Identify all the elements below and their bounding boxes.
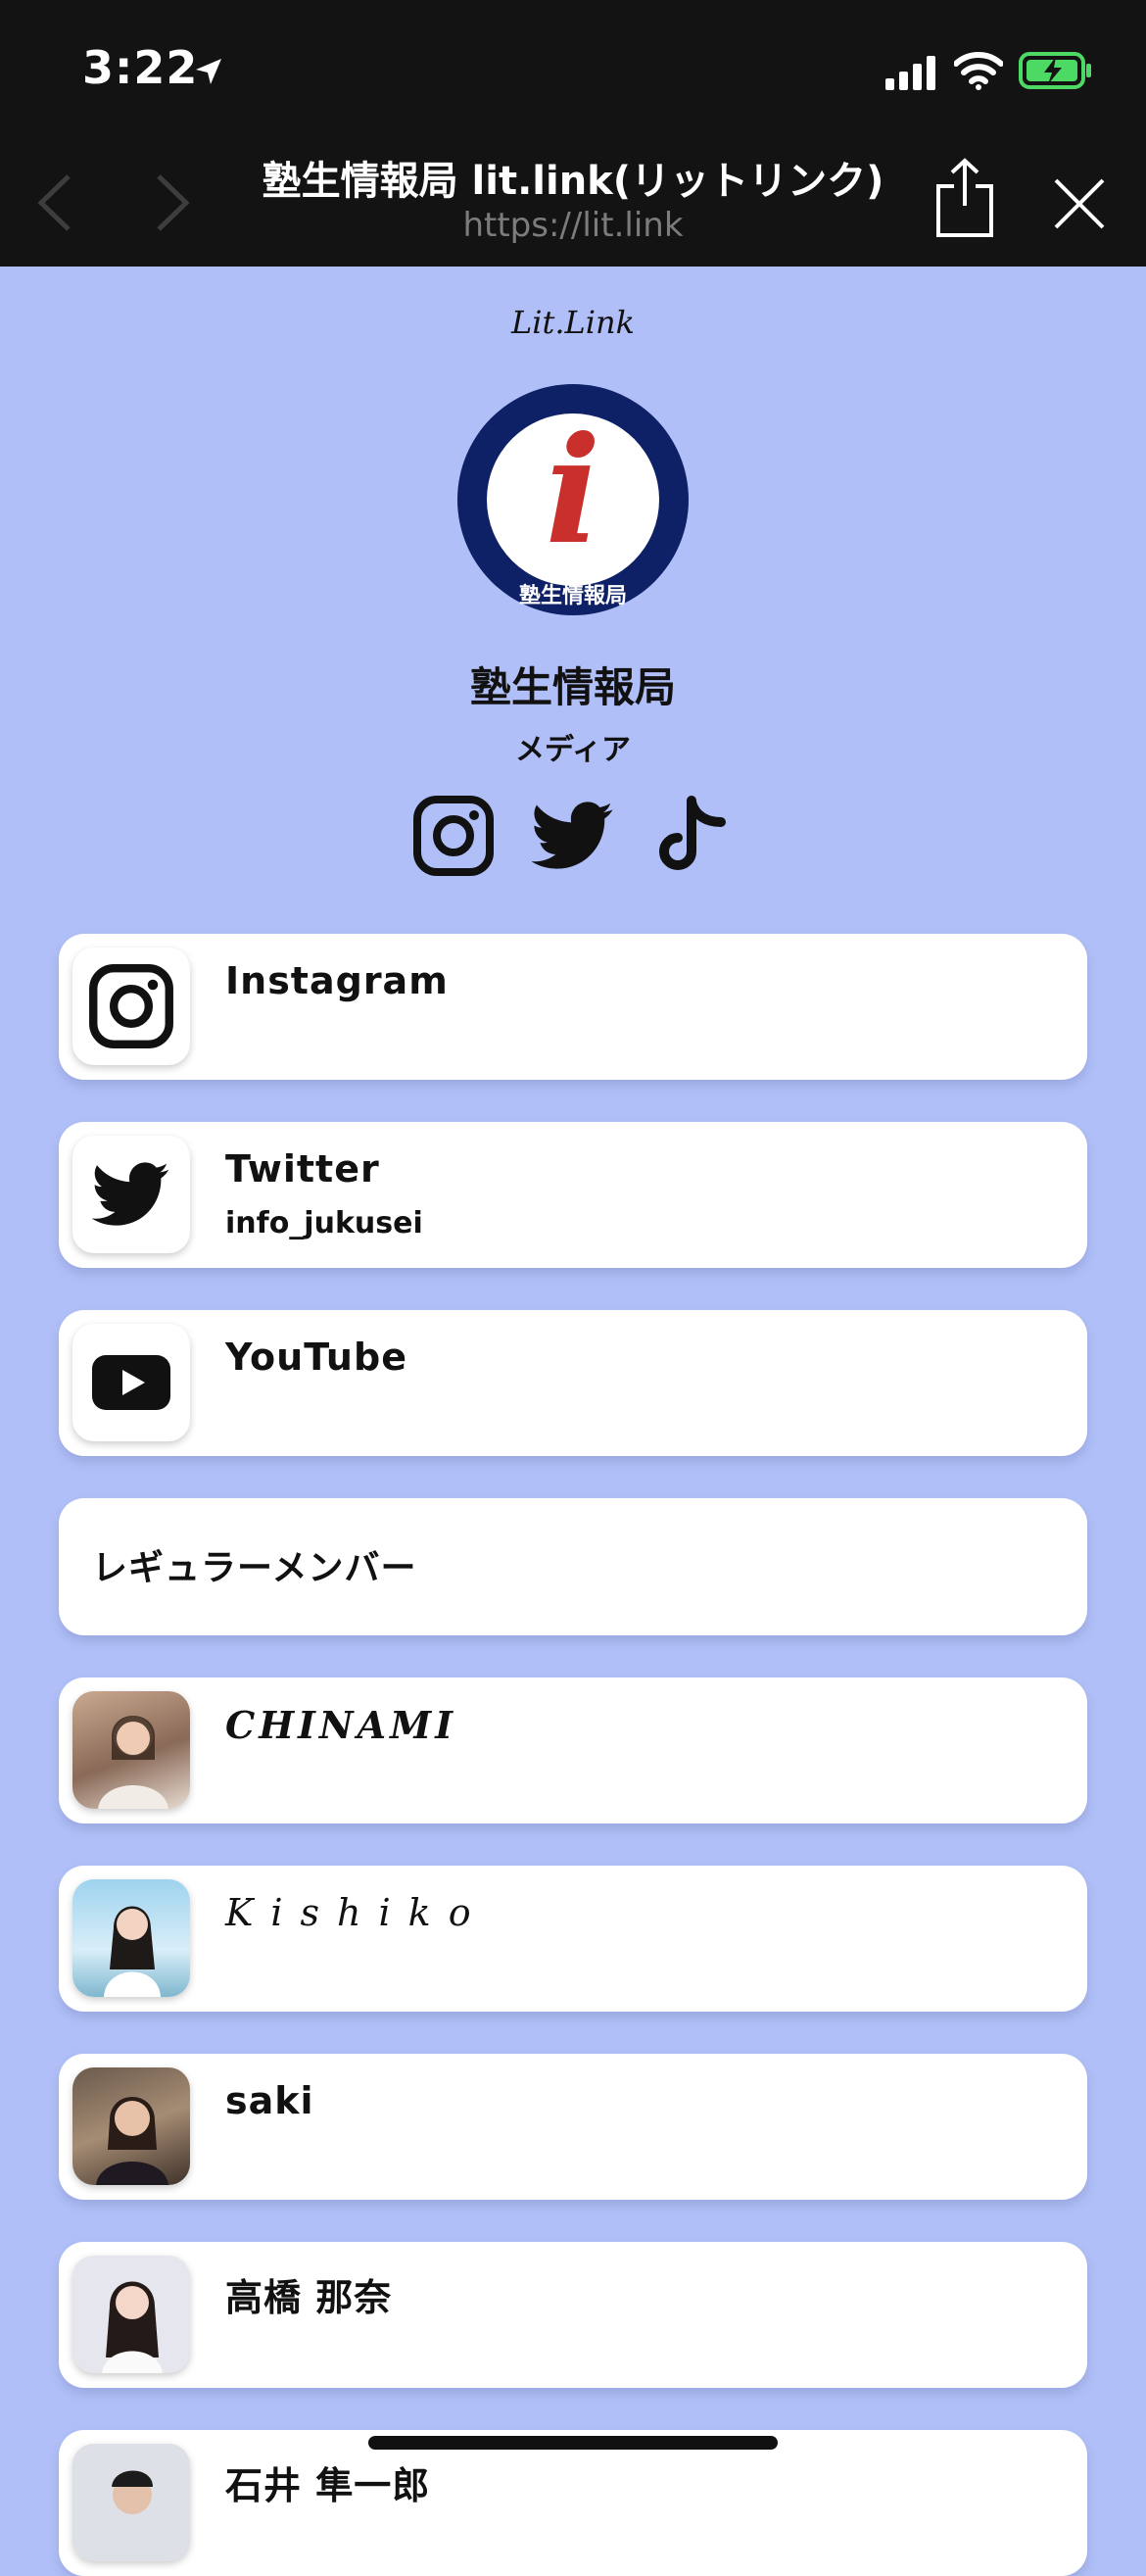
- twitter-icon[interactable]: [532, 792, 614, 880]
- card-thumbnail: [72, 948, 190, 1065]
- member-card-kishiko[interactable]: Kishiko: [59, 1866, 1087, 2012]
- member-card-ishii[interactable]: 石井 隼一郎: [59, 2430, 1087, 2576]
- card-thumbnail: [72, 1136, 190, 1253]
- profile-name: 塾生情報局: [469, 663, 676, 711]
- battery-charging-icon: [1019, 52, 1091, 89]
- link-card-twitter[interactable]: Twitter info_jukusei: [59, 1122, 1087, 1268]
- member-photo: [72, 2067, 190, 2185]
- member-card-chinami[interactable]: CHINAMI: [59, 1677, 1087, 1823]
- section-heading-card: レギュラーメンバー: [59, 1498, 1087, 1635]
- member-photo: [72, 2256, 190, 2373]
- twitter-icon: [92, 1162, 169, 1226]
- cellular-signal-icon: [885, 56, 935, 90]
- member-card-saki[interactable]: saki: [59, 2054, 1087, 2200]
- person-avatar-icon: [96, 2097, 168, 2185]
- profile-avatar: i 塾生情報局: [457, 384, 689, 615]
- link-card-youtube[interactable]: YouTube: [59, 1310, 1087, 1456]
- member-photo: [72, 2444, 190, 2561]
- browser-top-bar: 3:22 塾生情報局 lit.link(リットリンク) https://lit.…: [0, 0, 1146, 267]
- youtube-icon: [92, 1355, 170, 1410]
- wifi-icon: [954, 52, 1003, 90]
- tiktok-icon[interactable]: [651, 792, 734, 880]
- card-title: 高橋 那奈: [225, 2276, 393, 2319]
- card-title: 石井 隼一郎: [225, 2464, 431, 2507]
- card-title: Twitter: [225, 1147, 380, 1191]
- card-subtitle: info_jukusei: [225, 1206, 423, 1240]
- card-title: YouTube: [225, 1336, 407, 1379]
- back-arrow-icon[interactable]: [35, 172, 74, 233]
- member-photo: [72, 1879, 190, 1997]
- share-icon[interactable]: [931, 157, 999, 239]
- close-icon[interactable]: [1052, 176, 1107, 231]
- member-card-takahashi[interactable]: 高橋 那奈: [59, 2242, 1087, 2388]
- person-avatar-icon: [112, 2470, 153, 2514]
- location-arrow-icon: [196, 59, 221, 84]
- card-thumbnail: [72, 1324, 190, 1441]
- browser-url[interactable]: https://lit.link: [215, 206, 931, 245]
- browser-page-title: 塾生情報局 lit.link(リットリンク): [262, 159, 884, 204]
- forward-arrow-icon[interactable]: [153, 172, 192, 233]
- avatar-letter: i: [545, 413, 601, 577]
- person-avatar-icon: [98, 1716, 168, 1809]
- home-indicator: [368, 2436, 778, 2450]
- card-title: Instagram: [225, 959, 449, 1002]
- social-icons-row: [0, 792, 1146, 880]
- person-avatar-icon: [102, 2281, 163, 2373]
- section-heading: レギュラーメンバー: [92, 1548, 417, 1588]
- status-time: 3:22: [82, 41, 199, 94]
- profile-category: メディア: [515, 733, 631, 767]
- instagram-icon[interactable]: [412, 792, 495, 880]
- card-title: saki: [225, 2079, 314, 2122]
- card-title: Kishiko: [225, 1891, 489, 1934]
- litlink-logo: Lit.Link: [511, 304, 635, 341]
- person-avatar-icon: [104, 1906, 161, 1997]
- link-card-instagram[interactable]: Instagram: [59, 934, 1087, 1080]
- instagram-icon: [89, 964, 173, 1048]
- card-title: CHINAMI: [225, 1703, 456, 1747]
- member-photo: [72, 1691, 190, 1809]
- avatar-ring-text: 塾生情報局: [518, 584, 627, 608]
